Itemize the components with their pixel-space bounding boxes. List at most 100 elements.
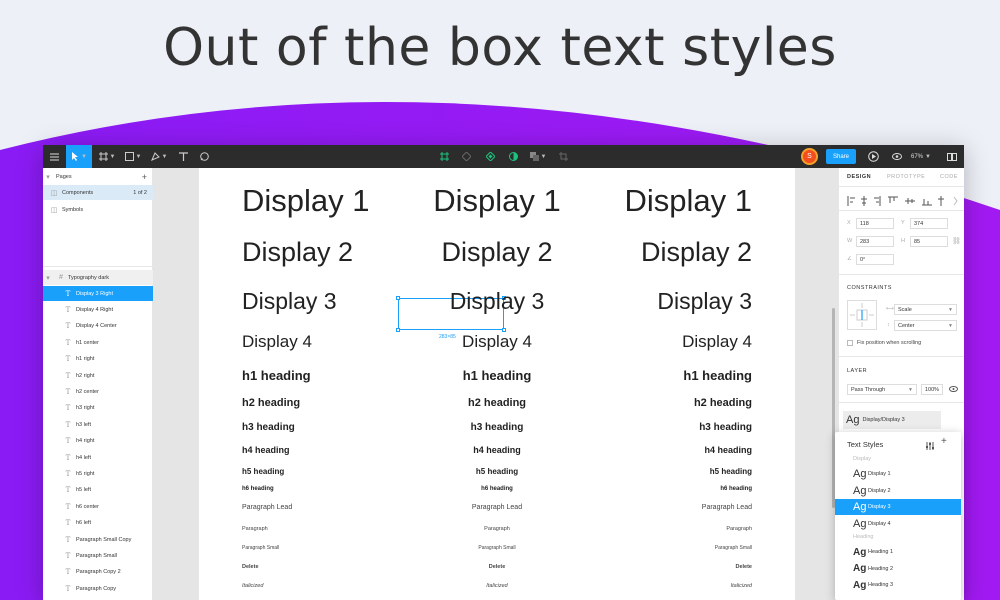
- component-icon[interactable]: [436, 145, 452, 168]
- layer-item[interactable]: Th3 right: [43, 401, 153, 416]
- text-style-sample[interactable]: Display 3: [657, 288, 752, 315]
- layer-item[interactable]: Th2 right: [43, 368, 153, 383]
- crop-icon[interactable]: [555, 145, 571, 168]
- frame-row[interactable]: ▾ # Typography dark: [43, 270, 153, 285]
- layer-item[interactable]: Th6 center: [43, 499, 153, 514]
- text-style-chip[interactable]: Ag Display/Display 3: [843, 411, 941, 429]
- layer-item[interactable]: Th4 left: [43, 450, 153, 465]
- layer-item[interactable]: T Paragraph Small: [43, 548, 153, 563]
- resize-handle[interactable]: [396, 328, 400, 332]
- rectangle-tool-icon[interactable]: ▼: [121, 145, 145, 168]
- h-field[interactable]: 85: [910, 236, 948, 247]
- text-style-sample[interactable]: h6 heading: [720, 486, 752, 492]
- text-style-sample[interactable]: Display 4: [242, 332, 312, 352]
- visibility-icon[interactable]: [947, 382, 959, 396]
- text-style-sample[interactable]: Display 2: [242, 237, 353, 268]
- text-style-sample[interactable]: h3 heading: [471, 422, 524, 433]
- library-icon[interactable]: [944, 145, 960, 168]
- tab-design[interactable]: DESIGN: [847, 168, 871, 186]
- layer-item[interactable]: T Paragraph Copy 2: [43, 565, 153, 580]
- layer-item[interactable]: Th2 center: [43, 384, 153, 399]
- text-style-sample[interactable]: h5 heading: [476, 467, 518, 476]
- text-style-sample[interactable]: Paragraph Small: [715, 545, 752, 551]
- text-style-sample[interactable]: Display 2: [641, 237, 752, 268]
- page-item-symbols[interactable]: ◫ Symbols: [43, 202, 153, 217]
- create-component-icon[interactable]: [482, 145, 498, 168]
- text-style-sample[interactable]: h4 heading: [242, 445, 290, 455]
- text-style-sample[interactable]: Display 4: [462, 332, 532, 352]
- text-style-sample[interactable]: Delete: [489, 564, 506, 570]
- layer-item[interactable]: Th1 right: [43, 352, 153, 367]
- text-style-sample[interactable]: Delete: [242, 564, 259, 570]
- resize-handle[interactable]: [396, 296, 400, 300]
- canvas[interactable]: 283×85 Display 1 Display 2 Display 3 Displa…: [153, 168, 838, 600]
- style-settings-icon[interactable]: [925, 438, 935, 450]
- text-style-sample[interactable]: Italicized: [731, 583, 752, 589]
- constraint-widget[interactable]: [847, 300, 877, 330]
- page-item-components[interactable]: ◫ Components 1 of 2: [43, 185, 153, 200]
- text-style-sample[interactable]: h5 heading: [242, 467, 284, 476]
- layer-item[interactable]: Th3 left: [43, 417, 153, 432]
- layer-item[interactable]: T Display 4 Right: [43, 302, 153, 317]
- blend-mode-select[interactable]: Pass Through ▼: [847, 384, 917, 395]
- layer-item[interactable]: Th5 left: [43, 483, 153, 498]
- boolean-icon[interactable]: ▼: [529, 145, 547, 168]
- tab-prototype[interactable]: PROTOTYPE: [887, 168, 925, 186]
- text-style-sample[interactable]: Display 4: [682, 332, 752, 352]
- text-style-sample[interactable]: Display 2: [441, 237, 552, 268]
- text-style-sample[interactable]: Display 3: [450, 288, 545, 315]
- text-style-sample[interactable]: Display 3: [242, 288, 337, 315]
- text-style-sample[interactable]: h3 heading: [242, 422, 295, 433]
- horizontal-constraint-select[interactable]: Scale ▼: [894, 304, 957, 315]
- add-style-icon[interactable]: +: [941, 436, 947, 447]
- text-style-sample[interactable]: h3 heading: [699, 422, 752, 433]
- move-tool-icon[interactable]: ▼: [66, 145, 92, 168]
- text-style-option[interactable]: Ag Heading 1: [835, 544, 961, 560]
- mask-icon[interactable]: [505, 145, 521, 168]
- layer-item[interactable]: Th1 center: [43, 335, 153, 350]
- w-field[interactable]: 283: [856, 236, 894, 247]
- layer-item[interactable]: T Paragraph Small Copy: [43, 532, 153, 547]
- text-style-sample[interactable]: h1 heading: [242, 368, 311, 383]
- text-style-sample[interactable]: h1 heading: [683, 368, 752, 383]
- text-style-option[interactable]: Ag Heading 2: [835, 561, 961, 577]
- layer-item[interactable]: Th4 right: [43, 434, 153, 449]
- comment-tool-icon[interactable]: [195, 145, 213, 168]
- text-style-sample[interactable]: Delete: [735, 564, 752, 570]
- text-style-option[interactable]: Ag Display 1: [835, 466, 961, 482]
- text-tool-icon[interactable]: [174, 145, 192, 168]
- text-style-sample[interactable]: Paragraph Lead: [472, 504, 522, 511]
- add-page-button[interactable]: +: [142, 172, 147, 182]
- text-style-option[interactable]: Ag Display 2: [835, 483, 961, 499]
- user-avatar[interactable]: S: [801, 148, 818, 165]
- text-style-sample[interactable]: h1 heading: [463, 368, 532, 383]
- text-style-sample[interactable]: Paragraph: [484, 526, 510, 532]
- text-style-sample[interactable]: h6 heading: [481, 486, 513, 492]
- text-style-sample[interactable]: h2 heading: [468, 397, 526, 409]
- tab-code[interactable]: CODE: [940, 168, 958, 186]
- x-field[interactable]: 118: [856, 218, 894, 229]
- text-style-option[interactable]: Ag Heading 3: [835, 577, 961, 593]
- layer-item[interactable]: Th6 left: [43, 516, 153, 531]
- text-style-sample[interactable]: h2 heading: [242, 397, 300, 409]
- text-style-sample[interactable]: Display 1: [433, 183, 561, 219]
- text-style-option[interactable]: Ag Display 3: [835, 499, 961, 515]
- vertical-constraint-select[interactable]: Center ▼: [894, 320, 957, 331]
- typography-frame[interactable]: 283×85 Display 1 Display 2 Display 3 Displa…: [199, 168, 795, 600]
- constrain-proportions-icon[interactable]: ⛓: [952, 237, 961, 245]
- zoom-level[interactable]: 67% ▼: [911, 145, 931, 168]
- layer-item[interactable]: T Display 4 Center: [43, 319, 153, 334]
- text-style-sample[interactable]: h4 heading: [473, 445, 521, 455]
- text-style-option[interactable]: Ag Display 4: [835, 516, 961, 532]
- text-style-sample[interactable]: Italicized: [242, 583, 263, 589]
- text-style-sample[interactable]: Paragraph: [726, 526, 752, 532]
- present-icon[interactable]: [865, 145, 881, 168]
- align-icons[interactable]: [847, 196, 959, 206]
- pen-tool-icon[interactable]: ▼: [147, 145, 171, 168]
- rotation-field[interactable]: 0°: [856, 254, 894, 265]
- text-style-sample[interactable]: h2 heading: [694, 397, 752, 409]
- y-field[interactable]: 374: [910, 218, 948, 229]
- text-style-sample[interactable]: Display 1: [625, 183, 753, 219]
- view-icon[interactable]: [889, 145, 905, 168]
- pages-header[interactable]: ▾ Pages +: [43, 169, 153, 184]
